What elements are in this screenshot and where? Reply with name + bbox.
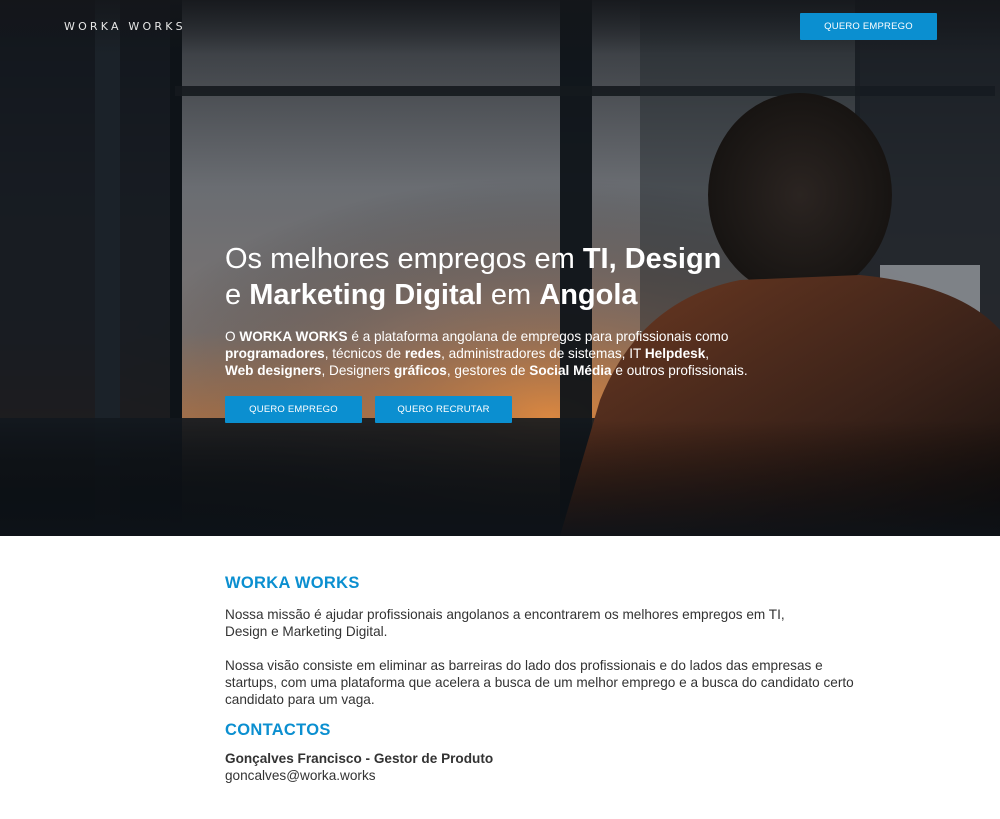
lead-emphasis: Social Média	[529, 363, 612, 378]
headline-text: em	[482, 279, 540, 311]
lead-emphasis: programadores	[225, 346, 325, 361]
lead-emphasis: redes	[404, 346, 442, 361]
headline-text: Os melhores empregos em	[225, 243, 583, 275]
hero-description: O WORKA WORKS é a plataforma angolana de…	[225, 328, 825, 379]
mission-text: Nossa missão é ajudar profissionais ango…	[225, 607, 785, 639]
vision-text: Nossa visão consiste em eliminar as barr…	[225, 658, 854, 707]
hero-section: WORKA WORKS QUERO EMPREGO Os melhores em…	[0, 0, 1000, 536]
lead-emphasis: WORKA WORKS	[239, 329, 348, 344]
contact-name: Gonçalves Francisco - Gestor de Produto	[225, 751, 494, 766]
headline-emphasis: Angola	[539, 279, 638, 311]
lead-text: e outros profissionais.	[611, 363, 748, 378]
lead-emphasis: Helpdesk	[644, 346, 706, 361]
headline-text: e	[225, 279, 250, 311]
lead-text: , técnicos de	[324, 346, 405, 361]
lead-text: ,	[705, 346, 710, 361]
hero-headline: Os melhores empregos em TI, Design e Mar…	[225, 241, 845, 313]
lead-emphasis: Web designers	[225, 363, 322, 378]
site-logo[interactable]: WORKA WORKS	[64, 20, 186, 33]
contact-email-link[interactable]: goncalves@worka.works	[225, 768, 376, 783]
hero-quero-recrutar-button[interactable]: QUERO RECRUTAR	[375, 396, 512, 423]
hero-quero-emprego-button[interactable]: QUERO EMPREGO	[225, 396, 362, 423]
lead-text: , administradores de sistemas, IT	[441, 346, 645, 361]
about-title: WORKA WORKS	[225, 574, 360, 592]
headline-emphasis: TI, Design	[582, 243, 722, 275]
lead-text: é a plataforma angolana de empregos para…	[347, 329, 729, 344]
lead-emphasis: gráficos	[393, 363, 447, 378]
lead-text: , gestores de	[446, 363, 530, 378]
headline-emphasis: Marketing Digital	[249, 279, 483, 311]
contacts-title: CONTACTOS	[225, 721, 331, 739]
header-quero-emprego-button[interactable]: QUERO EMPREGO	[800, 13, 937, 40]
lead-text: O	[225, 329, 240, 344]
lead-text: , Designers	[321, 363, 394, 378]
